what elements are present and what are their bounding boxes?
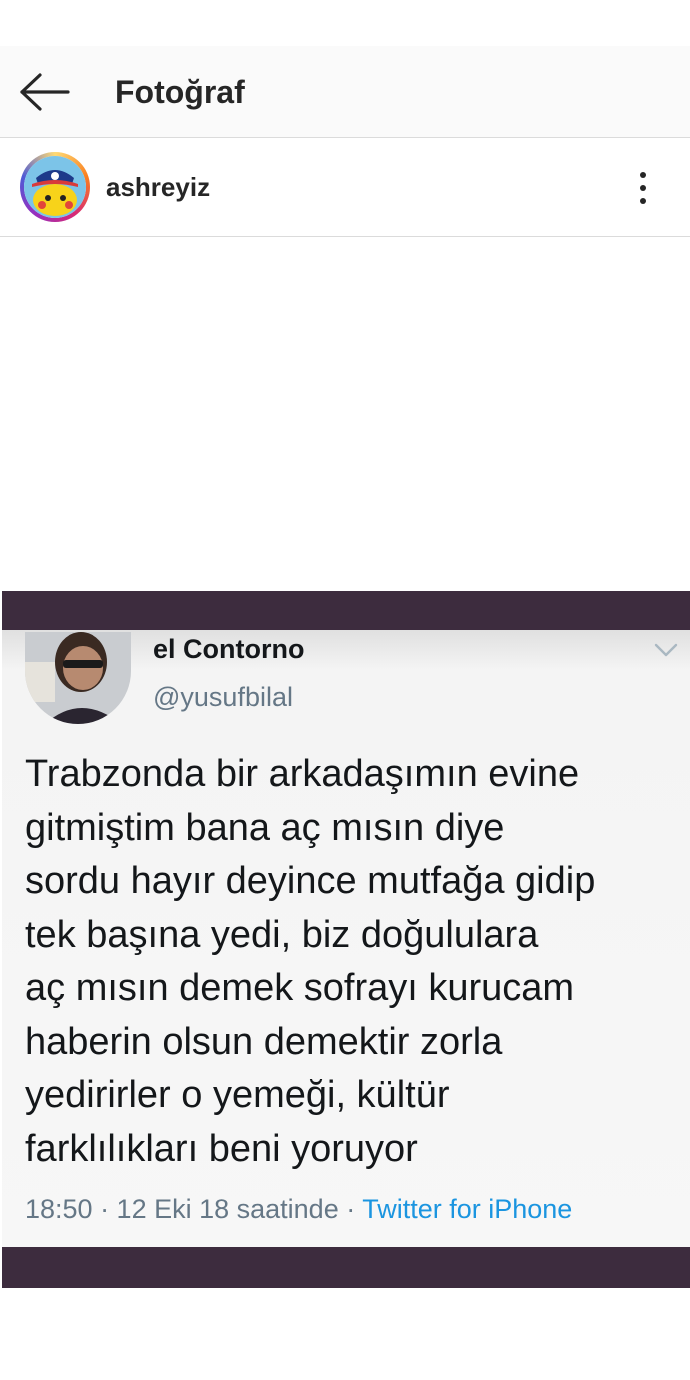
tweet-meta: 18:50 · 12 Eki 18 saatinde · Twitter for… [25, 1194, 572, 1225]
top-app-bar: Fotoğraf [0, 46, 690, 138]
page-title: Fotoğraf [115, 74, 245, 110]
back-button[interactable] [18, 72, 74, 112]
tweet-text-line: yedirirler o yemeği, kültür [25, 1074, 450, 1116]
tweet-text-line: sordu hayır deyince mutfağa gidip [25, 860, 596, 902]
tweet-timestamp: 18:50 · 12 Eki 18 saatinde · [25, 1194, 363, 1224]
username[interactable]: ashreyiz [106, 172, 210, 203]
arrow-left-icon [20, 73, 70, 111]
story-ring[interactable] [20, 152, 90, 222]
tweet-source-link[interactable]: Twitter for iPhone [362, 1194, 572, 1224]
image-top-band [2, 591, 690, 630]
pikachu-avatar-icon [24, 156, 86, 218]
tweet-text-line: gitmiştim bana aç mısın diye [25, 806, 505, 849]
tweet-text-line: tek başına yedi, biz doğululara [25, 913, 539, 956]
more-vertical-icon [640, 172, 646, 178]
chevron-down-icon[interactable] [654, 642, 678, 658]
tweet-text-line: farklılıkları beni yoruyor [25, 1127, 418, 1170]
image-bottom-band [2, 1247, 690, 1288]
tweet-text-line: Trabzonda bir arkadaşımın evine [25, 753, 580, 795]
post-header: ashreyiz [0, 138, 690, 237]
tweet-avatar [25, 632, 131, 724]
tweet-screenshot: el Contorno @yusufbilal Trabzonda bir ar… [2, 630, 690, 1247]
tweet-display-name: el Contorno [153, 634, 305, 664]
tweet-handle: @yusufbilal [153, 682, 293, 712]
avatar [24, 156, 86, 218]
more-options-button[interactable] [628, 166, 658, 210]
profile-photo-icon [25, 632, 131, 724]
tweet-text-line: aç mısın demek sofrayı kurucam [25, 967, 575, 1009]
tweet-text-line: haberin olsun demektir zorla [25, 1020, 503, 1063]
tweet-text: Trabzonda bir arkadaşımın evine gitmişti… [25, 748, 685, 1176]
